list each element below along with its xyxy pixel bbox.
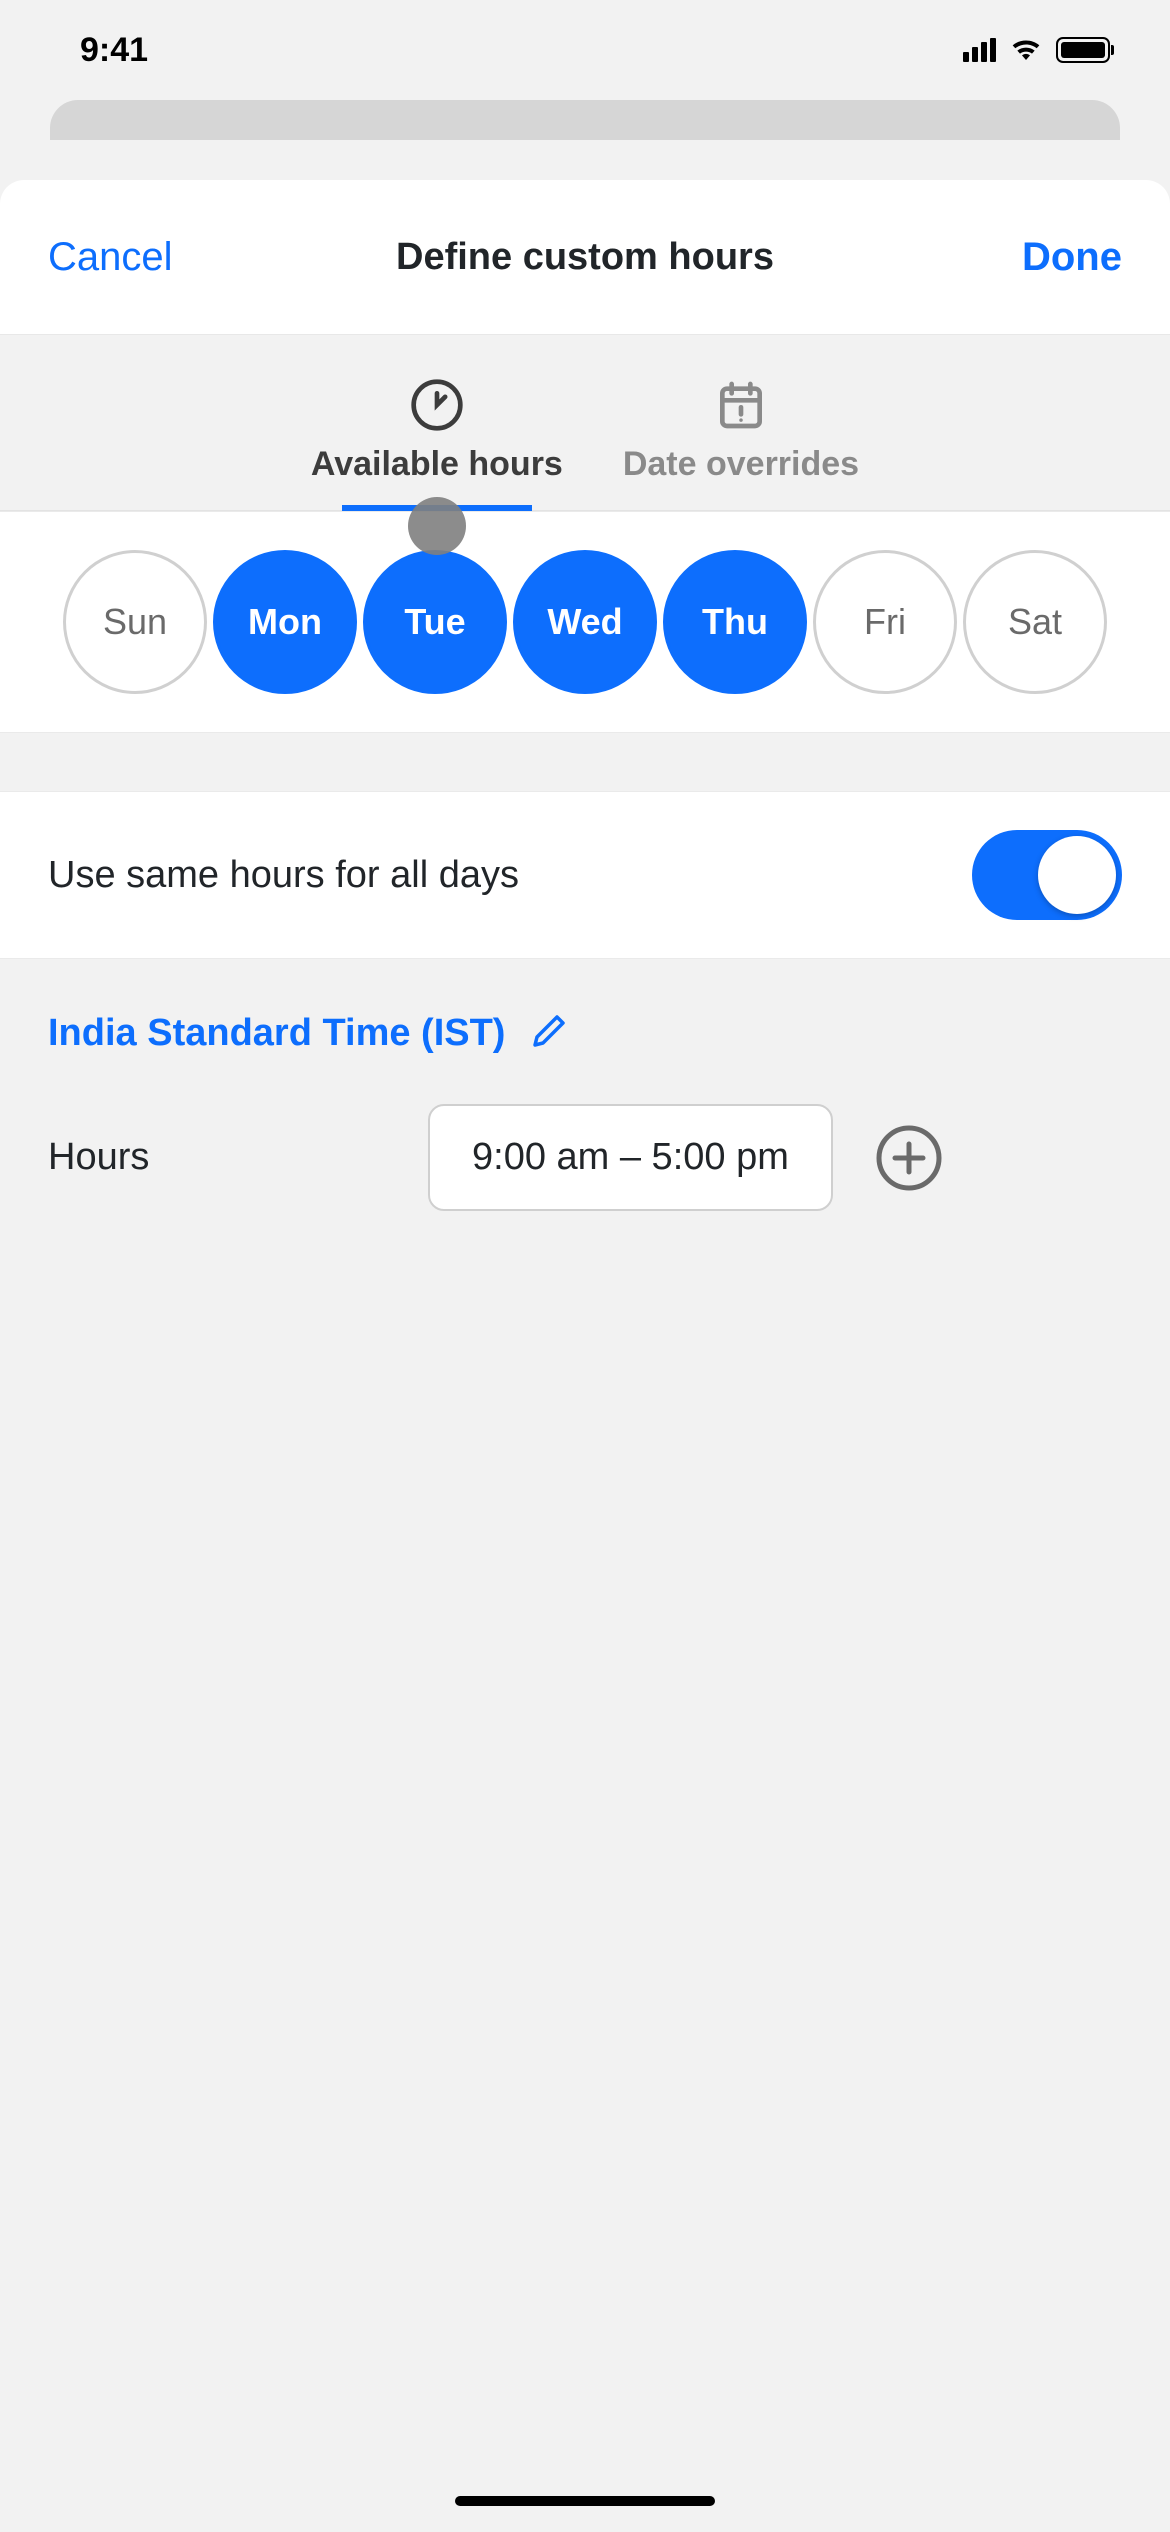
background-sheet-peek (50, 100, 1120, 140)
day-chip-thu[interactable]: Thu (663, 550, 807, 694)
day-chip-sat[interactable]: Sat (963, 550, 1107, 694)
day-chip-mon[interactable]: Mon (213, 550, 357, 694)
clock-icon (409, 377, 465, 433)
status-time: 9:41 (80, 31, 148, 70)
tab-label: Available hours (311, 445, 563, 484)
modal-title: Define custom hours (396, 236, 774, 279)
timezone-label: India Standard Time (IST) (48, 1012, 505, 1055)
toggle-knob (1038, 836, 1116, 914)
wifi-icon (1010, 36, 1042, 65)
tabs-bar: Available hours Date overrides (0, 335, 1170, 511)
hours-range-field[interactable]: 9:00 am – 5:00 pm (428, 1104, 833, 1211)
calendar-alert-icon (713, 377, 769, 433)
same-hours-label: Use same hours for all days (48, 854, 519, 897)
tab-date-overrides[interactable]: Date overrides (623, 377, 859, 510)
hours-row: Hours 9:00 am – 5:00 pm (0, 1056, 1170, 1259)
day-chip-wed[interactable]: Wed (513, 550, 657, 694)
battery-icon (1056, 37, 1110, 63)
day-chip-tue[interactable]: Tue (363, 550, 507, 694)
add-hours-button[interactable] (873, 1122, 945, 1194)
day-chip-fri[interactable]: Fri (813, 550, 957, 694)
done-button[interactable]: Done (922, 235, 1122, 280)
pencil-edit-icon[interactable] (529, 1011, 569, 1056)
status-bar: 9:41 (0, 0, 1170, 100)
same-hours-toggle[interactable] (972, 830, 1122, 920)
modal-sheet: Cancel Define custom hours Done Availabl… (0, 180, 1170, 2532)
cellular-signal-icon (963, 38, 996, 62)
home-indicator (455, 2496, 715, 2506)
same-hours-row: Use same hours for all days (0, 791, 1170, 959)
tab-available-hours[interactable]: Available hours (311, 377, 563, 510)
day-chip-sun[interactable]: Sun (63, 550, 207, 694)
touch-cursor-indicator (408, 497, 466, 555)
cancel-button[interactable]: Cancel (48, 235, 248, 280)
hours-label: Hours (48, 1136, 388, 1179)
days-selector: Sun Mon Tue Wed Thu Fri Sat (0, 511, 1170, 733)
status-icons (963, 36, 1110, 65)
timezone-row[interactable]: India Standard Time (IST) (0, 959, 1170, 1056)
tab-label: Date overrides (623, 445, 859, 484)
modal-header: Cancel Define custom hours Done (0, 180, 1170, 335)
